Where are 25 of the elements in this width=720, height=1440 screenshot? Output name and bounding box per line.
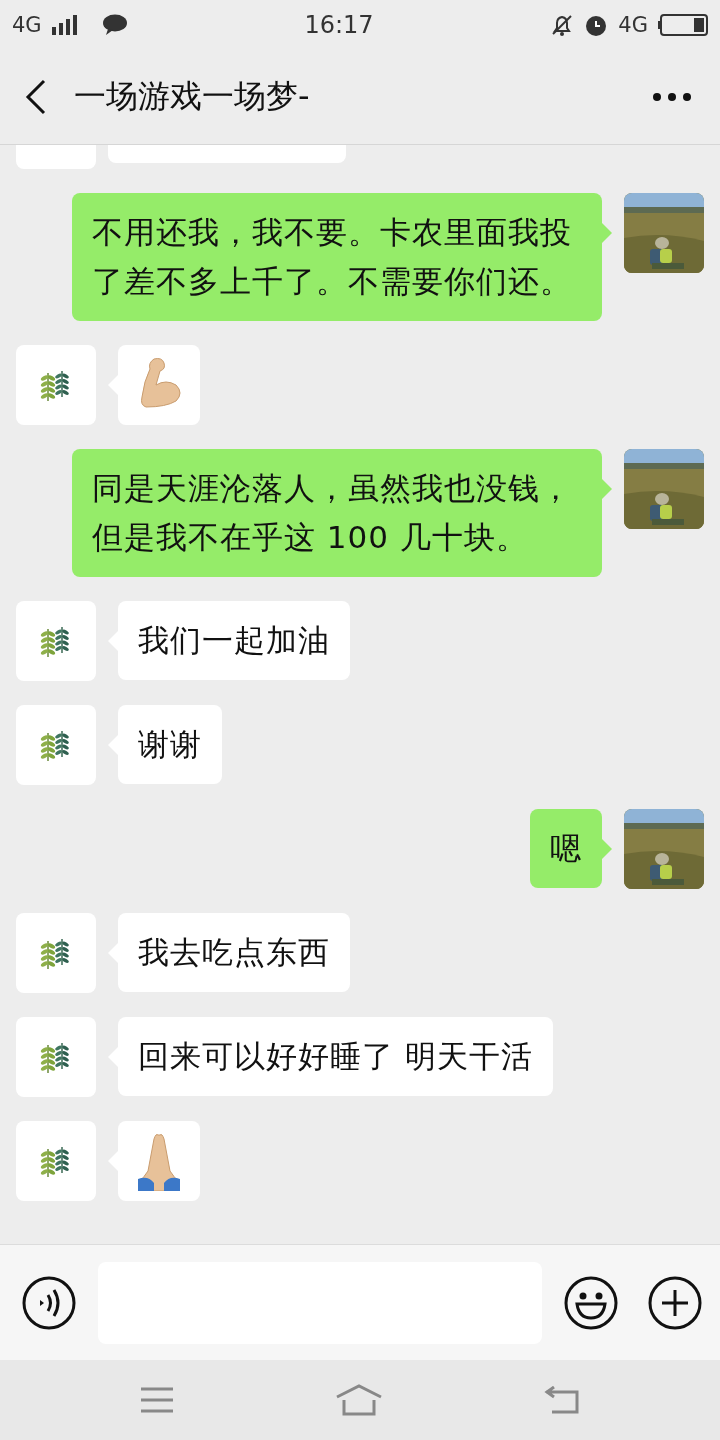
menu-icon[interactable]	[140, 1387, 175, 1413]
message-bubble: 谢谢	[118, 705, 222, 784]
back-icon[interactable]	[24, 79, 48, 115]
emoji-icon[interactable]	[564, 1275, 618, 1330]
add-icon[interactable]	[648, 1275, 702, 1330]
back-nav-icon[interactable]	[543, 1386, 580, 1414]
message-bubble: 我去吃点东西	[118, 913, 350, 992]
muted-bell-icon	[550, 13, 575, 37]
message-bubble: 不用还我，我不要。卡农里面我投了差不多上千了。不需要你们还。	[72, 193, 602, 321]
message-bubble: 回来可以好好睡了 明天干活	[118, 1017, 553, 1096]
clock: 16:17	[303, 11, 375, 39]
chat-title: 一场游戏一场梦-	[74, 76, 311, 117]
network-label: 4G	[12, 13, 42, 37]
praying-hands-icon	[136, 1131, 182, 1191]
voice-icon[interactable]	[22, 1275, 76, 1330]
more-icon[interactable]	[652, 92, 692, 102]
network-label: 4G	[618, 13, 648, 37]
chat-icon	[101, 14, 128, 36]
battery-icon	[658, 14, 708, 36]
alarm-icon	[584, 13, 609, 37]
message-bubble: 嗯	[530, 809, 602, 888]
home-icon[interactable]	[335, 1384, 383, 1416]
message-bubble: 同是天涯沦落人，虽然我也没钱，但是我不在乎这 100 几十块。	[72, 449, 602, 577]
signal-icon	[51, 15, 78, 35]
message-bubble: 我们一起加油	[118, 601, 350, 680]
